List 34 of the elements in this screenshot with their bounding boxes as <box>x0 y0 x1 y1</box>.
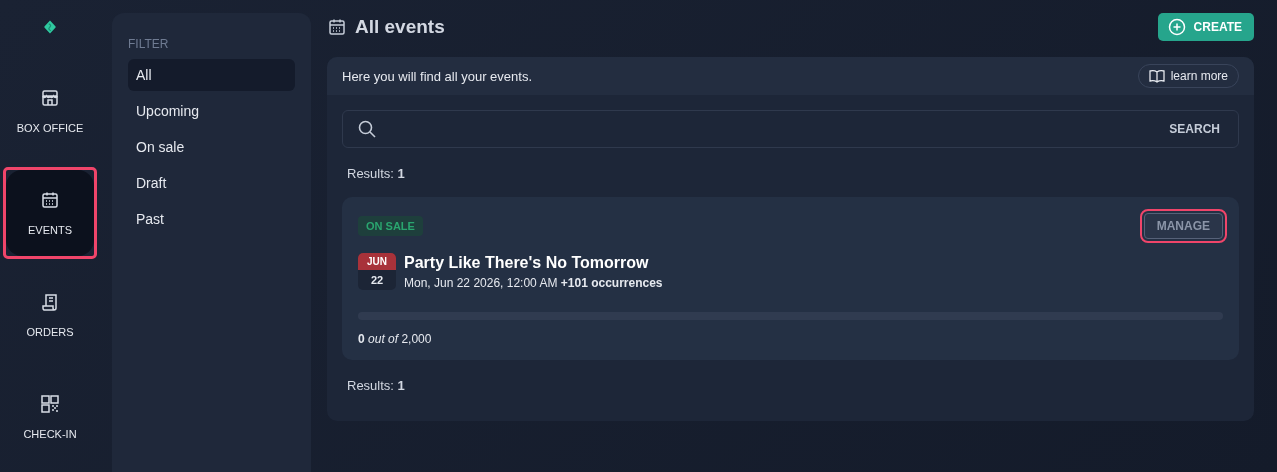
search-field[interactable]: SEARCH <box>342 110 1239 148</box>
plus-circle-icon <box>1167 18 1186 36</box>
nav-item[interactable]: BOX OFFICE <box>6 68 94 154</box>
intro-text: Here you will find all your events. <box>342 68 533 84</box>
storefront-icon <box>40 88 60 108</box>
filter-item[interactable]: Upcoming <box>128 95 295 127</box>
status-tag: ON SALE <box>358 216 423 236</box>
nav-item[interactable]: EVENTS <box>6 170 94 256</box>
event-date: Mon, Jun 22 2026, 12:00 AM +101 occurrences <box>404 275 663 290</box>
results-count: Results: 1 <box>346 165 406 183</box>
filter-heading: FILTER <box>128 37 170 51</box>
filter-item[interactable]: Past <box>128 203 295 235</box>
book-icon <box>1148 69 1165 83</box>
calendar-icon <box>40 190 60 210</box>
filter-item[interactable]: All <box>128 59 295 91</box>
page-title: All events <box>355 16 446 38</box>
search-button[interactable]: SEARCH <box>1163 121 1226 137</box>
search-icon <box>357 119 377 139</box>
nav-label: BOX OFFICE <box>16 122 84 134</box>
filter-item[interactable]: On sale <box>128 131 295 163</box>
results-count: Results: 1 <box>346 377 406 395</box>
nav-label: CHECK-IN <box>23 428 77 440</box>
tickets-sold: 0 out of 2,000 <box>358 332 433 346</box>
qr-code-icon <box>40 394 60 414</box>
month-label: JUN <box>358 253 396 270</box>
calendar-icon <box>327 17 347 37</box>
nav-label: EVENTS <box>28 224 72 236</box>
nav-item[interactable]: CHECK-IN <box>6 374 94 460</box>
day-label: 22 <box>369 273 385 288</box>
nav-item[interactable]: ORDERS <box>6 272 94 358</box>
receipt-icon <box>40 292 60 312</box>
filter-item[interactable]: Draft <box>128 167 295 199</box>
nav-label: ORDERS <box>26 326 74 338</box>
event-title: Party Like There's No Tomorrow <box>404 253 650 272</box>
